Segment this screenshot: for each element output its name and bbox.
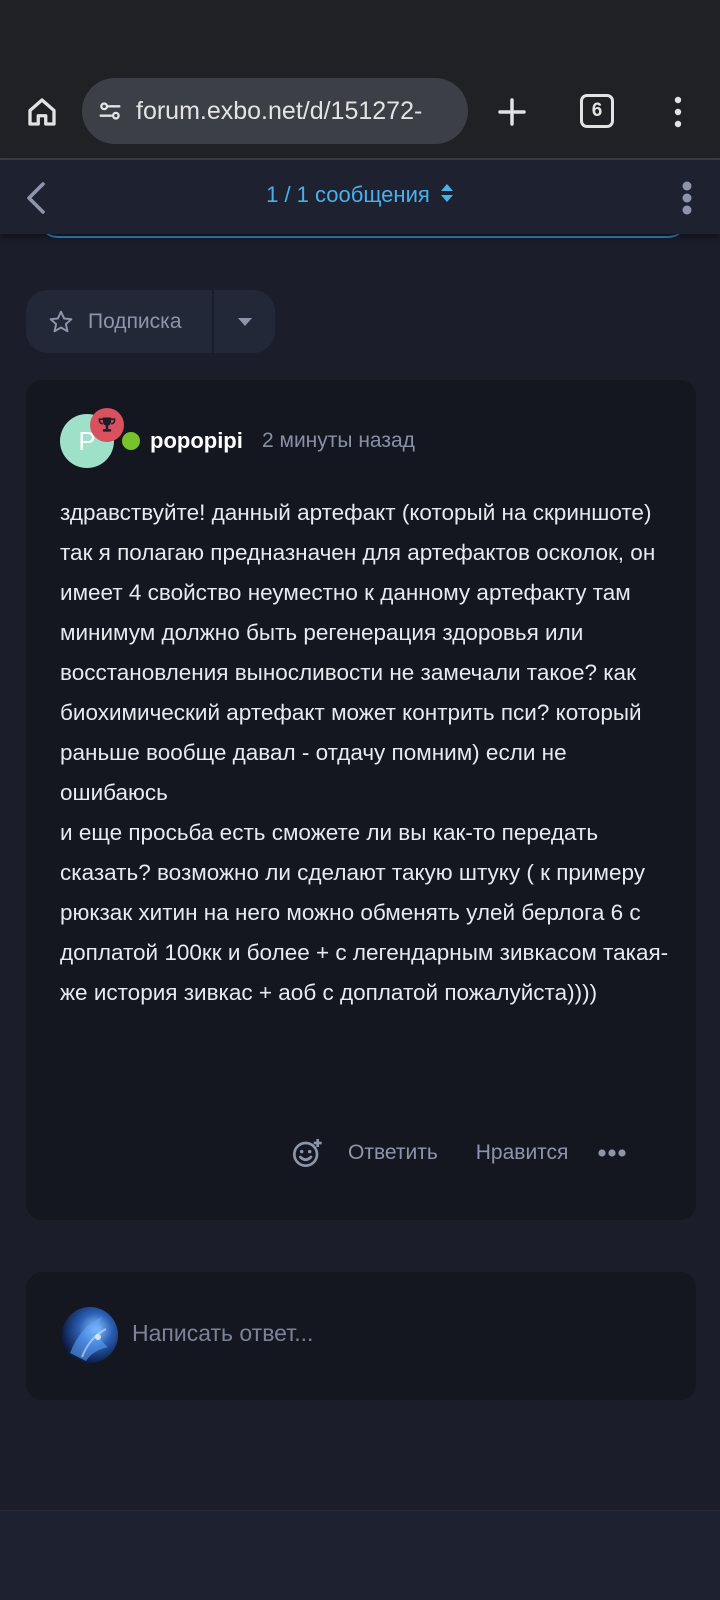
scrubber-label: 1 / 1 сообщения	[266, 182, 430, 207]
post-scrubber[interactable]: 1 / 1 сообщения	[0, 182, 720, 209]
tune-icon[interactable]	[94, 95, 126, 127]
react-button[interactable]	[290, 1136, 324, 1170]
post-actions: Ответить Нравится	[290, 1128, 627, 1178]
trophy-badge	[90, 408, 124, 442]
status-bar	[0, 0, 720, 76]
post-time[interactable]: 2 минуты назад	[262, 429, 415, 453]
browser-toolbar: forum.exbo.net/d/151272- 6	[0, 76, 720, 160]
new-tab-button[interactable]	[490, 90, 534, 134]
browser-menu-button[interactable]	[660, 90, 696, 134]
online-indicator	[122, 432, 140, 450]
post: P popopipi 2 минуты назад здравствуйте! …	[26, 380, 696, 1220]
star-icon	[48, 309, 74, 335]
address-bar[interactable]: forum.exbo.net/d/151272-	[82, 78, 468, 144]
caret-down-icon	[237, 317, 252, 326]
plus-icon	[498, 98, 526, 126]
reply-composer[interactable]: Написать ответ...	[26, 1272, 696, 1400]
emoji-add-icon	[293, 1139, 322, 1167]
home-button[interactable]	[20, 90, 64, 134]
more-vertical-icon	[674, 96, 682, 128]
post-text: здравствуйте! данный артефакт (который н…	[60, 500, 669, 1005]
reply-button[interactable]: Ответить	[348, 1141, 438, 1165]
post-body: здравствуйте! данный артефакт (который н…	[60, 493, 670, 1013]
reply-placeholder[interactable]: Написать ответ...	[132, 1320, 313, 1347]
like-button[interactable]: Нравится	[476, 1141, 569, 1165]
subscribe-label: Подписка	[88, 309, 182, 333]
post-more-button[interactable]	[598, 1148, 627, 1158]
tab-switcher-button[interactable]: 6	[580, 94, 614, 128]
home-icon	[28, 98, 56, 126]
url-text: forum.exbo.net/d/151272-	[136, 96, 423, 125]
more-vertical-icon	[682, 181, 692, 215]
page-footer	[0, 1510, 720, 1600]
subscription-dropdown-button[interactable]	[214, 290, 275, 353]
discussion-header: 1 / 1 сообщения	[0, 160, 720, 234]
trophy-icon	[98, 417, 116, 432]
post-username[interactable]: popopipi	[150, 428, 243, 454]
more-horizontal-icon	[598, 1149, 627, 1157]
avatar	[62, 1307, 118, 1363]
subscription-control: Подписка	[26, 290, 275, 353]
discussion-menu-button[interactable]	[672, 176, 702, 220]
sort-caret-icon	[440, 183, 454, 209]
subscribe-button[interactable]: Подписка	[26, 290, 212, 353]
